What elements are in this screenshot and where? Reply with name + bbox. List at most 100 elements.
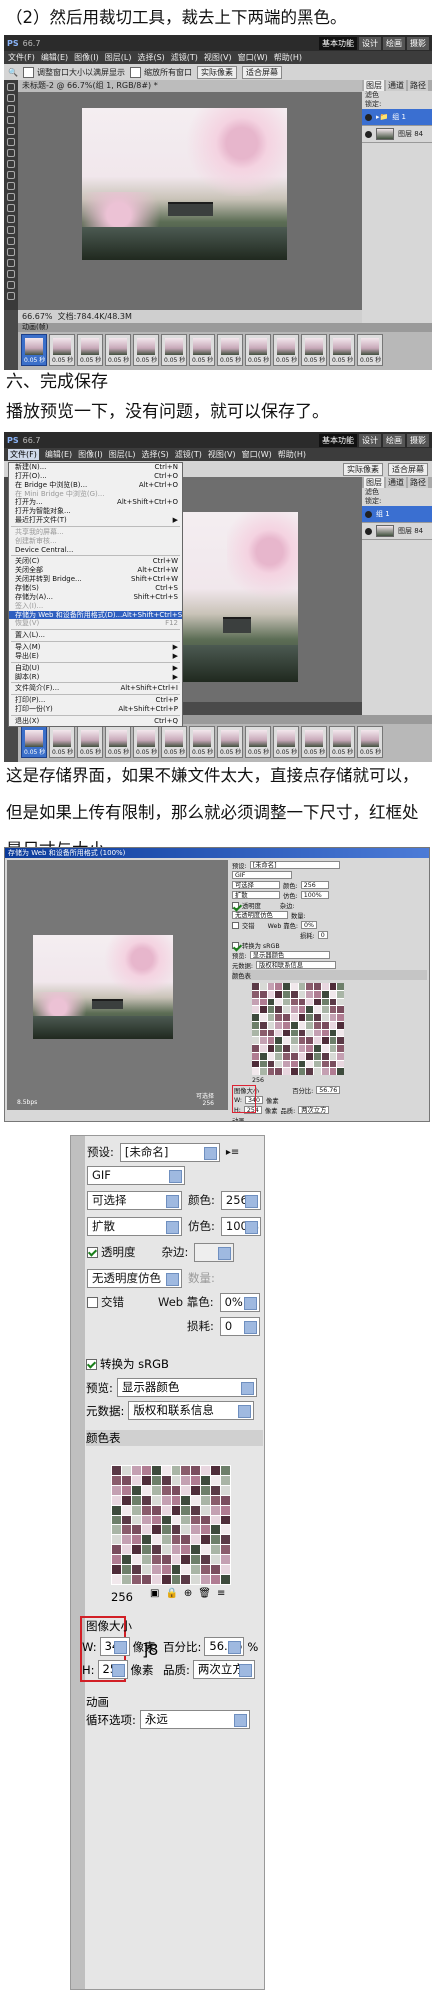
- color-swatch[interactable]: [306, 990, 313, 998]
- color-swatch[interactable]: [141, 1575, 151, 1584]
- color-swatch[interactable]: [275, 1052, 282, 1060]
- color-swatch[interactable]: [290, 1029, 298, 1037]
- metadata-select[interactable]: 版权和联系信息: [256, 961, 337, 969]
- color-swatch[interactable]: [329, 1006, 337, 1013]
- color-swatch[interactable]: [321, 1068, 329, 1075]
- metadata-select[interactable]: 版权和联系信息: [128, 1401, 255, 1420]
- color-swatch[interactable]: [112, 1565, 121, 1575]
- menu-window[interactable]: 窗口(W): [242, 449, 272, 460]
- dither-input[interactable]: 100%: [300, 891, 329, 899]
- color-swatch[interactable]: [290, 998, 298, 1006]
- tab-paths[interactable]: 路径: [408, 80, 428, 91]
- color-swatch[interactable]: [181, 1515, 191, 1525]
- color-swatch[interactable]: [141, 1485, 151, 1495]
- color-swatch[interactable]: [275, 998, 282, 1006]
- menu-filter[interactable]: 滤镜(T): [171, 52, 198, 63]
- interlaced-checkbox[interactable]: 交错: [87, 1294, 124, 1310]
- color-swatch[interactable]: [283, 998, 290, 1006]
- quality-select[interactable]: 两次立方: [192, 1660, 255, 1679]
- color-swatch[interactable]: [161, 1485, 171, 1495]
- color-swatch[interactable]: [151, 1525, 161, 1535]
- transparency-dither-select[interactable]: 无透明度仿色: [87, 1268, 182, 1288]
- color-swatch[interactable]: [221, 1545, 230, 1555]
- color-swatch[interactable]: [201, 1555, 211, 1565]
- animation-frame[interactable]: 0.05 秒: [77, 726, 103, 758]
- color-swatch[interactable]: [121, 1565, 131, 1575]
- colors-select[interactable]: 256: [300, 881, 329, 889]
- quality-select[interactable]: 两次立方: [298, 1106, 330, 1114]
- color-swatch[interactable]: [131, 1525, 141, 1535]
- color-swatch[interactable]: [171, 1505, 181, 1515]
- color-swatch[interactable]: [211, 1575, 221, 1584]
- color-swatch[interactable]: [151, 1505, 161, 1515]
- color-swatch[interactable]: [275, 1045, 282, 1052]
- color-swatch[interactable]: [191, 1475, 201, 1485]
- color-swatch[interactable]: [121, 1466, 131, 1475]
- color-swatch[interactable]: [259, 990, 267, 998]
- web-snap-input[interactable]: 0%: [219, 1292, 260, 1312]
- animation-frame[interactable]: 0.05 秒: [329, 334, 355, 366]
- color-swatch[interactable]: [191, 1485, 201, 1495]
- color-swatch[interactable]: [141, 1565, 151, 1575]
- color-swatch[interactable]: [267, 1060, 275, 1068]
- color-swatch[interactable]: [151, 1475, 161, 1485]
- color-swatch[interactable]: [161, 1466, 171, 1475]
- menu-view[interactable]: 视图(V): [208, 449, 236, 460]
- color-swatch[interactable]: [171, 1555, 181, 1565]
- color-swatch[interactable]: [121, 1525, 131, 1535]
- color-swatch[interactable]: [275, 1068, 282, 1075]
- color-swatch[interactable]: [112, 1535, 121, 1545]
- color-swatch[interactable]: [314, 983, 321, 990]
- gradient-tool-icon[interactable]: [7, 204, 15, 212]
- color-swatch[interactable]: [298, 990, 306, 998]
- file-menu-item[interactable]: 导出(E) ▶: [9, 652, 182, 661]
- file-menu-item[interactable]: 打印(P)... Ctrl+P: [9, 696, 182, 705]
- color-swatch[interactable]: [321, 1052, 329, 1060]
- color-swatch[interactable]: [298, 1014, 306, 1021]
- document-tab[interactable]: 未标题-2 @ 66.7%(组 1, RGB/8#) *: [18, 80, 362, 92]
- color-swatch[interactable]: [329, 1060, 337, 1068]
- color-swatch[interactable]: [112, 1475, 121, 1485]
- color-swatch[interactable]: [267, 1029, 275, 1037]
- reduction-select[interactable]: 可选择: [87, 1190, 182, 1210]
- workspace-tab-photo[interactable]: 摄影: [407, 36, 429, 50]
- animation-frame[interactable]: 0.05 秒: [105, 334, 131, 366]
- color-swatch[interactable]: [329, 990, 337, 998]
- color-swatch[interactable]: [131, 1575, 141, 1584]
- layer-group-1[interactable]: ▸📁 组 1: [362, 109, 432, 126]
- tab-paths[interactable]: 路径: [408, 477, 428, 488]
- color-swatch[interactable]: [259, 1029, 267, 1037]
- color-swatch[interactable]: [259, 1037, 267, 1044]
- color-swatch[interactable]: [275, 1029, 282, 1037]
- preview-select[interactable]: 显示器颜色: [116, 1378, 257, 1397]
- color-swatch[interactable]: [121, 1475, 131, 1485]
- color-swatch[interactable]: [314, 1021, 321, 1029]
- color-swatch[interactable]: [131, 1555, 141, 1565]
- file-menu-item[interactable]: 关闭全部 Alt+Ctrl+W: [9, 566, 182, 575]
- color-swatch[interactable]: [306, 1006, 313, 1013]
- color-swatch[interactable]: [171, 1535, 181, 1545]
- color-swatch[interactable]: [252, 1006, 259, 1013]
- color-swatch[interactable]: [298, 983, 306, 990]
- color-swatch[interactable]: [121, 1515, 131, 1525]
- width-input[interactable]: 340: [99, 1637, 130, 1656]
- workspace-tab-basic[interactable]: 基本功能: [319, 36, 357, 50]
- color-swatch[interactable]: [221, 1565, 230, 1575]
- color-swatch[interactable]: [141, 1475, 151, 1485]
- dither-input[interactable]: 100%: [220, 1216, 261, 1236]
- color-swatch[interactable]: [314, 998, 321, 1006]
- color-swatch[interactable]: [283, 1068, 290, 1075]
- color-swatch[interactable]: [267, 998, 275, 1006]
- option-zoom-all[interactable]: 缩放所有窗口: [129, 66, 192, 78]
- color-swatch[interactable]: [221, 1475, 230, 1485]
- color-swatch[interactable]: [275, 1037, 282, 1044]
- color-swatch[interactable]: [321, 998, 329, 1006]
- color-swatch[interactable]: [283, 1006, 290, 1013]
- color-swatch[interactable]: [267, 1068, 275, 1075]
- lasso-tool-icon[interactable]: [7, 105, 15, 113]
- color-swatch[interactable]: [112, 1505, 121, 1515]
- color-swatch[interactable]: [201, 1575, 211, 1584]
- shape-tool-icon[interactable]: [7, 270, 15, 278]
- color-swatch[interactable]: [329, 1068, 337, 1075]
- loop-select[interactable]: 永远: [139, 1710, 250, 1729]
